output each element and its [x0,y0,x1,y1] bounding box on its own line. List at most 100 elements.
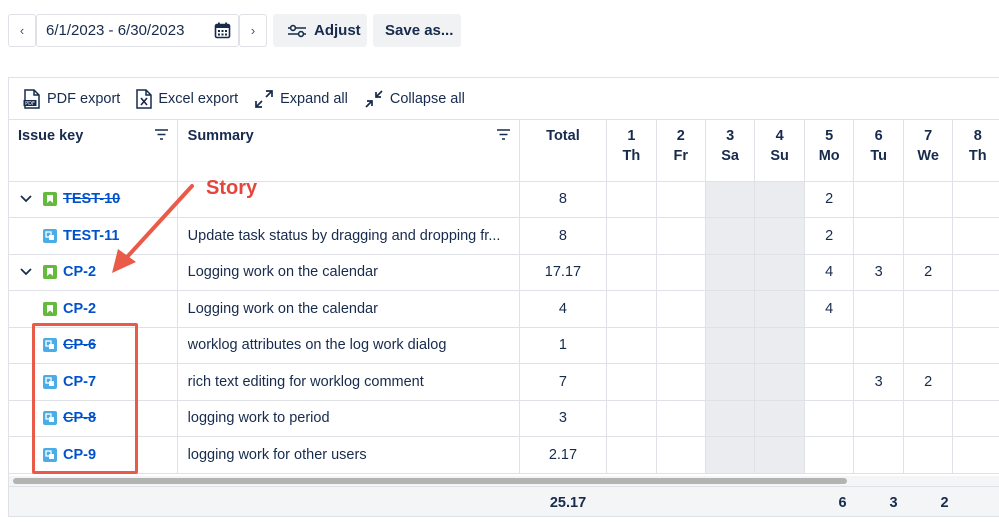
day-cell[interactable] [606,363,657,401]
day-cell[interactable] [606,327,657,364]
day-cell[interactable] [705,436,756,474]
day-cell[interactable] [606,290,657,328]
table-row[interactable]: CP-8 logging work to period 3 [9,400,999,437]
day-cell[interactable] [853,400,904,437]
day-cell[interactable] [853,217,904,255]
scrollbar-thumb[interactable] [13,478,847,484]
chevron-down-icon[interactable] [18,195,34,203]
day-cell[interactable] [754,290,805,328]
day-cell[interactable] [952,181,999,218]
day-cell[interactable] [656,327,706,364]
day-cell[interactable] [853,290,904,328]
table-row[interactable]: CP-6 worklog attributes on the log work d… [9,327,999,364]
day-cell[interactable] [606,254,657,291]
day-cell[interactable] [705,400,756,437]
day-number: 5 [825,128,834,144]
day-cell[interactable] [656,254,706,291]
day-cell[interactable] [705,181,756,218]
day-cell[interactable] [606,436,657,474]
collapse-all-button[interactable]: Collapse all [364,89,465,109]
next-period-button[interactable]: › [239,14,267,47]
day-cell[interactable]: 4 [804,290,855,328]
table-row[interactable]: CP-7 rich text editing for worklog commen… [9,363,999,401]
day-cell[interactable] [952,254,999,291]
day-cell[interactable]: 2 [903,363,954,401]
day-cell[interactable] [952,436,999,474]
day-cell[interactable] [705,254,756,291]
issue-key-link[interactable]: TEST-11 [63,228,119,244]
summary-text: Logging work on the calendar [187,300,378,317]
day-cell[interactable] [656,400,706,437]
day-cell[interactable] [705,327,756,364]
day-cell[interactable] [754,327,805,364]
day-cell[interactable] [952,363,999,401]
expand-all-button[interactable]: Expand all [254,89,348,109]
day-cell[interactable] [853,181,904,218]
day-cell[interactable] [952,290,999,328]
issue-key-link[interactable]: CP-2 [63,301,96,317]
day-cell[interactable] [952,400,999,437]
day-cell[interactable] [754,217,805,255]
expand-all-label: Expand all [280,90,348,107]
day-cell[interactable]: 2 [804,181,855,218]
day-cell[interactable] [754,400,805,437]
excel-export-button[interactable]: Excel export [136,88,238,109]
table-row[interactable]: CP-9 logging work for other users 2.17 [9,436,999,474]
day-cell[interactable] [705,290,756,328]
table-row[interactable]: CP-2 Logging work on the calendar 4 4 [9,290,999,328]
day-cell[interactable] [804,363,855,401]
date-range-picker[interactable]: 6/1/2023 - 6/30/2023 [36,14,239,47]
day-cell[interactable] [705,217,756,255]
summary-text: Update task status by dragging and dropp… [187,227,501,244]
day-cell[interactable] [853,436,904,474]
day-cell[interactable] [903,217,954,255]
day-cell[interactable]: 2 [903,254,954,291]
day-cell[interactable] [903,181,954,218]
day-cell[interactable]: 3 [853,363,904,401]
day-cell[interactable] [606,217,657,255]
day-cell[interactable] [754,181,805,218]
day-cell[interactable] [754,363,805,401]
day-cell[interactable] [903,436,954,474]
day-cell[interactable] [754,436,805,474]
day-cell[interactable] [754,254,805,291]
excel-file-icon [136,88,153,109]
save-as-button[interactable]: Save as... [373,14,461,47]
table-row[interactable]: TEST-10 8 2 [9,181,999,218]
day-cell[interactable] [606,400,657,437]
day-name: Th [622,148,641,164]
calendar-icon[interactable] [214,22,231,39]
day-cell[interactable] [952,327,999,364]
day-cell[interactable] [656,436,706,474]
filter-icon[interactable] [154,128,169,141]
issue-key-link[interactable]: TEST-10 [63,191,120,207]
story-icon [43,192,57,207]
pdf-export-button[interactable]: PDF PDF export [23,88,120,109]
table-row[interactable]: TEST-11 Update task status by dragging an… [9,217,999,255]
issue-key-link[interactable]: CP-2 [63,264,96,280]
day-name: Mo [818,148,840,164]
day-cell[interactable]: 2 [804,217,855,255]
day-cell[interactable] [656,181,706,218]
day-cell[interactable]: 4 [804,254,855,291]
day-cell[interactable] [656,217,706,255]
day-cell[interactable] [656,363,706,401]
horizontal-scrollbar[interactable] [9,476,999,486]
prev-period-button[interactable]: ‹ [8,14,36,47]
day-cell[interactable] [903,327,954,364]
day-cell[interactable] [656,290,706,328]
day-cell[interactable] [903,400,954,437]
day-cell[interactable] [705,363,756,401]
day-cell[interactable] [952,217,999,255]
day-cell[interactable] [606,181,657,218]
filter-icon[interactable] [496,128,511,141]
day-cell[interactable]: 3 [853,254,904,291]
day-cell[interactable] [903,290,954,328]
day-cell[interactable] [853,327,904,364]
day-cell[interactable] [804,400,855,437]
day-cell[interactable] [804,436,855,474]
adjust-button[interactable]: Adjust [273,14,367,47]
chevron-down-icon[interactable] [18,268,34,276]
table-row[interactable]: CP-2 Logging work on the calendar 17.17 4 3 2 [9,254,999,291]
day-cell[interactable] [804,327,855,364]
